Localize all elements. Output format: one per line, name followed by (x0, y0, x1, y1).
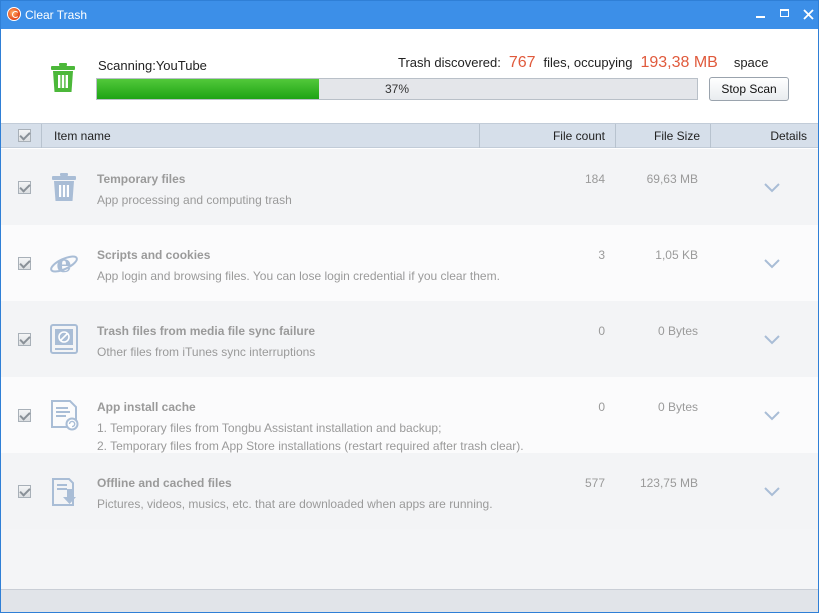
item-description: App processing and computing trash (97, 193, 292, 207)
row-checkbox[interactable] (18, 181, 31, 194)
download-icon (52, 478, 76, 506)
trash-icon (52, 173, 76, 201)
item-description: Other files from iTunes sync interruptio… (97, 345, 316, 359)
files-label: files, occupying (543, 55, 633, 70)
item-name: Temporary files (97, 172, 186, 186)
media-sync-icon (50, 324, 78, 354)
item-description: App login and browsing files. You can lo… (97, 269, 500, 283)
column-file-size[interactable]: File Size (616, 129, 700, 143)
item-file-count: 0 (598, 400, 605, 414)
chevron-down-icon[interactable] (763, 182, 781, 194)
status-bar (1, 589, 818, 612)
select-all-checkbox[interactable] (18, 129, 31, 142)
files-count: 767 (508, 54, 536, 71)
window-title: Clear Trash (25, 8, 88, 22)
trash-item-list: Temporary files App processing and compu… (1, 149, 818, 589)
clear-trash-window: Clear Trash Scanning:YouTube Trash disco… (0, 0, 819, 613)
app-logo-icon (7, 7, 21, 21)
trash-icon (51, 63, 75, 92)
item-file-count: 184 (584, 172, 605, 186)
table-row[interactable]: Temporary files App processing and compu… (1, 149, 818, 225)
minimize-icon (756, 16, 765, 18)
discovered-label: Trash discovered: (398, 55, 501, 70)
item-file-size: 0 Bytes (657, 324, 698, 338)
chevron-down-icon[interactable] (763, 258, 781, 270)
item-name: Scripts and cookies (97, 248, 211, 262)
space-label: space (733, 55, 769, 70)
item-file-size: 0 Bytes (657, 400, 698, 414)
item-file-count: 577 (584, 476, 605, 490)
trash-summary: Trash discovered: 767 files, occupying 193,… (398, 54, 769, 72)
scan-status: Scanning:YouTube (98, 58, 207, 73)
svg-text:e: e (56, 249, 71, 278)
table-row[interactable]: App install cache 1. Temporary files fro… (1, 377, 818, 453)
maximize-button[interactable] (775, 5, 795, 23)
close-button[interactable] (798, 5, 818, 23)
item-file-count: 0 (598, 324, 605, 338)
chevron-down-icon[interactable] (763, 486, 781, 498)
item-file-size: 69,63 MB (646, 172, 698, 186)
title-bar[interactable]: Clear Trash (1, 1, 818, 29)
scan-progress-bar: 37% (96, 78, 698, 100)
close-icon (802, 9, 814, 20)
item-description: Pictures, videos, musics, etc. that are … (97, 497, 493, 511)
row-checkbox[interactable] (18, 333, 31, 346)
table-row[interactable]: Offline and cached files Pictures, video… (1, 453, 818, 529)
column-details[interactable]: Details (741, 129, 807, 143)
table-row[interactable]: e Scripts and cookies App login and brow… (1, 225, 818, 301)
chevron-down-icon[interactable] (763, 334, 781, 346)
row-checkbox[interactable] (18, 409, 31, 422)
item-file-size: 123,75 MB (639, 476, 698, 490)
item-file-size: 1,05 KB (655, 248, 698, 262)
item-name: Offline and cached files (97, 476, 232, 490)
item-name: App install cache (97, 400, 196, 414)
space-value: 193,38 MB (640, 54, 718, 71)
chevron-down-icon[interactable] (763, 410, 781, 422)
install-cache-icon (51, 400, 79, 431)
minimize-button[interactable] (751, 5, 771, 23)
column-divider (710, 124, 711, 148)
maximize-icon (780, 9, 789, 17)
column-file-count[interactable]: File count (541, 129, 605, 143)
column-item-name[interactable]: Item name (54, 129, 111, 143)
table-header: Item name File count File Size Details (1, 123, 818, 148)
item-file-count: 3 (598, 248, 605, 262)
stop-scan-button[interactable]: Stop Scan (709, 77, 789, 101)
ie-browser-icon: e (50, 249, 78, 278)
row-checkbox[interactable] (18, 257, 31, 270)
column-divider (41, 124, 42, 148)
column-divider (479, 124, 480, 148)
item-description: 1. Temporary files from Tongbu Assistant… (97, 421, 524, 453)
scan-header: Scanning:YouTube Trash discovered: 767 fil… (1, 29, 818, 123)
item-name: Trash files from media file sync failure (97, 324, 316, 338)
table-row[interactable]: Trash files from media file sync failure… (1, 301, 818, 377)
row-checkbox[interactable] (18, 485, 31, 498)
progress-text: 37% (384, 82, 410, 96)
